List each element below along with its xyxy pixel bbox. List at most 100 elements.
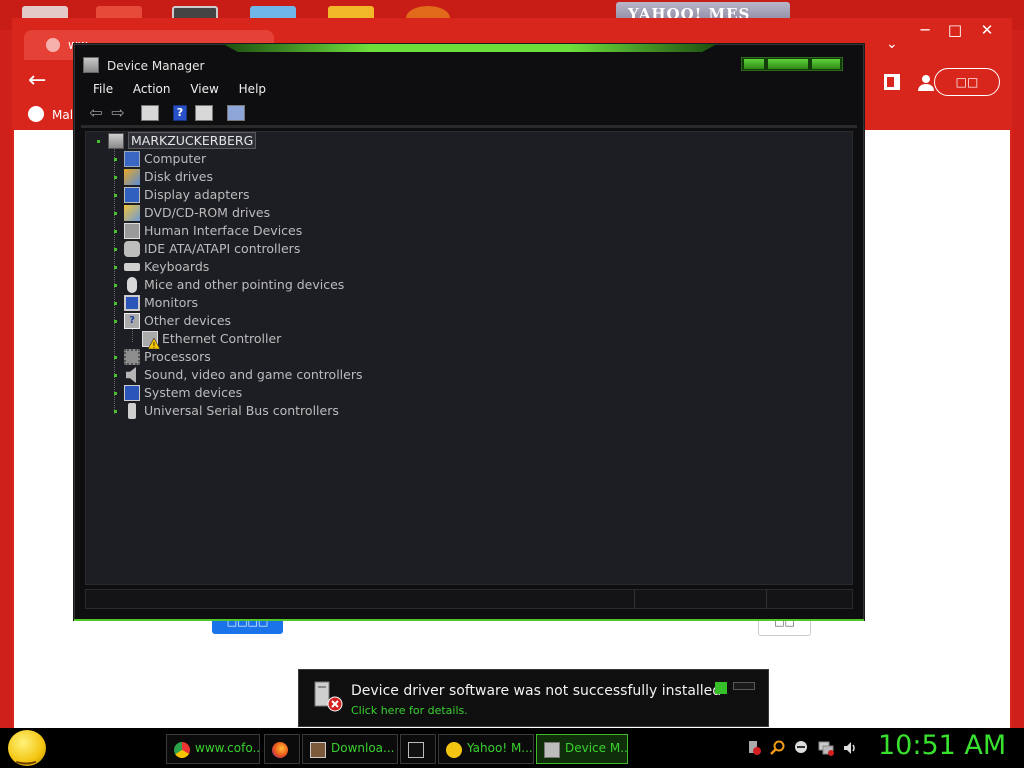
- tree-item[interactable]: Sound, video and game controllers: [114, 366, 363, 384]
- back-arrow-icon[interactable]: ←: [28, 68, 46, 93]
- start-button-smiley-icon[interactable]: [8, 730, 46, 766]
- taskbar-item-device-manager[interactable]: Device M...: [536, 734, 628, 764]
- tree-item[interactable]: Computer: [114, 150, 206, 168]
- taskbar-item-label: www.cofo...: [195, 741, 260, 755]
- tree-item[interactable]: Human Interface Devices: [114, 222, 302, 240]
- tree-item[interactable]: IDE ATA/ATAPI controllers: [114, 240, 300, 258]
- device-manager-icon: [83, 57, 99, 73]
- back-icon[interactable]: ⇦: [87, 105, 105, 121]
- tray-search-icon[interactable]: [770, 740, 786, 756]
- firefox-icon: [272, 742, 288, 758]
- forward-icon[interactable]: ⇨: [109, 105, 127, 121]
- menu-file[interactable]: File: [93, 79, 113, 99]
- show-hide-console-tree-icon[interactable]: [141, 105, 159, 121]
- keyboard-icon: [124, 263, 140, 271]
- computer-root-icon: [108, 133, 124, 149]
- tree-root[interactable]: MARKZUCKERBERG: [96, 132, 257, 150]
- ide-controller-icon: [124, 241, 140, 257]
- chrome-icon: [174, 742, 190, 758]
- monitor-icon: [124, 295, 140, 311]
- tree-item[interactable]: Disk drives: [114, 168, 213, 186]
- tree-item-label: Universal Serial Bus controllers: [144, 403, 339, 418]
- menu-bar: File Action View Help: [85, 79, 274, 99]
- system-device-icon: [124, 385, 140, 401]
- taskbar: www.cofo... Downloa... Yahoo! M... Devic…: [0, 728, 1024, 768]
- chevron-down-icon[interactable]: ⌄: [886, 36, 898, 52]
- tree-item-label: DVD/CD-ROM drives: [144, 205, 271, 220]
- window-title: Device Manager: [83, 57, 204, 73]
- processor-icon: [124, 349, 140, 365]
- close-icon[interactable]: ✕: [970, 18, 1004, 42]
- tree-item-label: Sound, video and game controllers: [144, 367, 363, 382]
- taskbar-item-yahoo[interactable]: Yahoo! M...: [438, 734, 534, 764]
- notification-details-link[interactable]: Click here for details.: [351, 704, 468, 717]
- tree-item[interactable]: ? Other devices: [114, 312, 231, 330]
- system-clock[interactable]: 10:51 AM: [878, 730, 1006, 761]
- title-glow: [223, 44, 717, 52]
- profile-button[interactable]: □□: [934, 68, 1000, 96]
- tray-volume-icon[interactable]: [842, 740, 858, 756]
- tree-item[interactable]: Universal Serial Bus controllers: [114, 402, 339, 420]
- scan-hardware-icon[interactable]: [227, 105, 245, 121]
- tray-error-icon[interactable]: [748, 740, 764, 756]
- tree-item-label: Monitors: [144, 295, 199, 310]
- device-manager-icon: [544, 742, 560, 758]
- window-controls[interactable]: [741, 57, 843, 71]
- tray-network-icon[interactable]: [818, 740, 834, 756]
- tree-item-label: IDE ATA/ATAPI controllers: [144, 241, 301, 256]
- tree-item[interactable]: System devices: [114, 384, 242, 402]
- tree-item[interactable]: ! Ethernet Controller: [132, 330, 282, 349]
- taskbar-item-cmd[interactable]: [400, 734, 436, 764]
- disk-drive-icon: [124, 169, 140, 185]
- warning-device-icon: !: [142, 331, 160, 349]
- taskbar-item-label: Device M...: [565, 741, 628, 755]
- computer-icon: [124, 151, 140, 167]
- minimize-icon[interactable]: ─: [908, 18, 942, 42]
- tree-item-label: Processors: [144, 349, 211, 364]
- properties-icon[interactable]: [195, 105, 213, 121]
- tree-item-label: Keyboards: [144, 259, 210, 274]
- tree-root-label: MARKZUCKERBERG: [128, 132, 257, 149]
- maximize-button[interactable]: [768, 59, 808, 69]
- minimize-button[interactable]: [744, 59, 764, 69]
- notification-title: Device driver software was not successfu…: [351, 683, 722, 699]
- tree-item-label: Display adapters: [144, 187, 250, 202]
- tree-item[interactable]: Display adapters: [114, 186, 249, 204]
- command-prompt-icon: [408, 742, 424, 758]
- notification-close-button[interactable]: [733, 682, 755, 690]
- taskbar-item-label: Downloa...: [331, 741, 395, 755]
- tree-item[interactable]: Mice and other pointing devices: [114, 276, 344, 294]
- close-button[interactable]: [812, 59, 840, 69]
- driver-error-icon: [313, 680, 343, 712]
- maximize-icon[interactable]: □: [938, 18, 972, 42]
- globe-icon: [28, 106, 44, 122]
- menu-action[interactable]: Action: [133, 79, 171, 99]
- taskbar-item-firefox[interactable]: [264, 734, 300, 764]
- unknown-device-icon: ?: [124, 313, 140, 329]
- tree-item[interactable]: DVD/CD-ROM drives: [114, 204, 270, 222]
- status-divider: [766, 590, 767, 608]
- toolbar-separator: [81, 125, 857, 128]
- tree-item-label: Disk drives: [144, 169, 213, 184]
- usb-icon: [128, 403, 136, 419]
- tree-item[interactable]: Monitors: [114, 294, 198, 312]
- tree-item-label: Computer: [144, 151, 207, 166]
- tree-item[interactable]: Processors: [114, 348, 211, 366]
- menu-help[interactable]: Help: [239, 79, 266, 99]
- bookmark-label: Mal: [52, 108, 74, 122]
- yahoo-smiley-icon: [446, 742, 462, 758]
- notification-balloon[interactable]: Device driver software was not successfu…: [298, 669, 769, 727]
- tab-favicon-icon: [46, 38, 60, 52]
- mouse-icon: [127, 277, 137, 293]
- display-adapter-icon: [124, 187, 140, 203]
- tree-item[interactable]: Keyboards: [114, 258, 209, 276]
- help-icon[interactable]: ?: [173, 105, 187, 121]
- taskbar-item-downloads[interactable]: Downloa...: [302, 734, 398, 764]
- sidebar-icon[interactable]: [884, 74, 900, 90]
- tree-item-label: Mice and other pointing devices: [144, 277, 345, 292]
- tray-minus-icon[interactable]: [794, 740, 810, 756]
- menu-view[interactable]: View: [190, 79, 218, 99]
- tree-item-label: Ethernet Controller: [162, 331, 282, 346]
- taskbar-item-chrome[interactable]: www.cofo...: [166, 734, 260, 764]
- bookmark-item[interactable]: Mal: [28, 106, 73, 122]
